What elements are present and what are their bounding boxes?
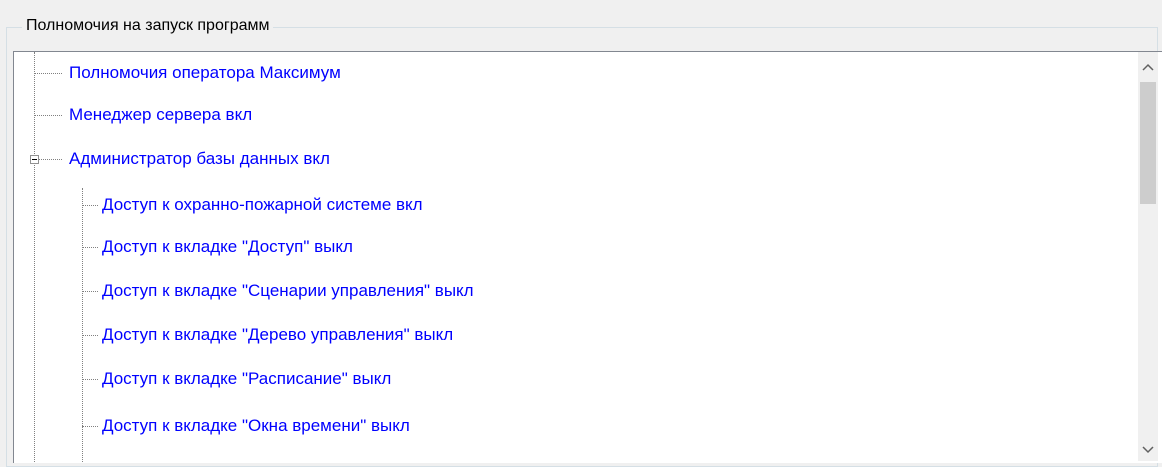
scroll-up-button[interactable] bbox=[1138, 54, 1158, 80]
tree-item-label: Полномочия оператора Максимум bbox=[69, 63, 341, 82]
tree-connector bbox=[82, 426, 98, 427]
tree-root-line bbox=[34, 52, 35, 463]
tree-connector bbox=[82, 291, 98, 292]
tree-item-label: Доступ к вкладке "Окна времени" выкл bbox=[102, 416, 410, 435]
tree-item-label: Доступ к вкладке "Дерево управления" вык… bbox=[102, 325, 454, 344]
tree-item-control-tree-tab[interactable]: Доступ к вкладке "Дерево управления" вык… bbox=[100, 315, 453, 355]
permissions-tree[interactable]: Полномочия оператора Максимум Менеджер с… bbox=[13, 51, 1162, 463]
tree-connector bbox=[82, 205, 98, 206]
tree-item-fire-security-access[interactable]: Доступ к охранно-пожарной системе вкл bbox=[100, 185, 423, 225]
tree-item-db-admin[interactable]: Администратор базы данных вкл bbox=[67, 139, 330, 179]
tree-item-label: Менеджер сервера вкл bbox=[69, 105, 253, 124]
tree-item-label: Доступ к вкладке "Расписание" выкл bbox=[102, 369, 392, 388]
vertical-scrollbar[interactable] bbox=[1138, 52, 1158, 461]
tree-connector bbox=[34, 73, 62, 74]
groupbox-title: Полномочия на запуск программ bbox=[22, 16, 274, 36]
collapse-icon[interactable] bbox=[30, 155, 39, 164]
tree-connector bbox=[82, 335, 98, 336]
tree-item-access-tab[interactable]: Доступ к вкладке "Доступ" выкл bbox=[100, 227, 353, 267]
tree-item-label: Администратор базы данных вкл bbox=[69, 149, 330, 168]
tree-connector bbox=[82, 247, 98, 248]
scroll-thumb[interactable] bbox=[1140, 82, 1156, 204]
tree-item-server-manager[interactable]: Менеджер сервера вкл bbox=[67, 95, 252, 135]
scroll-down-button[interactable] bbox=[1138, 437, 1158, 463]
chevron-up-icon bbox=[1142, 59, 1154, 74]
tree-item-time-windows-tab[interactable]: Доступ к вкладке "Окна времени" выкл bbox=[100, 406, 410, 446]
tree-item-schedule-tab[interactable]: Доступ к вкладке "Расписание" выкл bbox=[100, 359, 391, 399]
chevron-down-icon bbox=[1142, 442, 1154, 457]
tree-item-label: Доступ к вкладке "Сценарии управления" в… bbox=[102, 281, 474, 300]
tree-connector bbox=[82, 379, 98, 380]
tree-connector bbox=[34, 115, 62, 116]
tree-item-label: Доступ к охранно-пожарной системе вкл bbox=[102, 195, 423, 214]
tree-item-label: Доступ к вкладке "Доступ" выкл bbox=[102, 237, 353, 256]
tree-item-scenarios-tab[interactable]: Доступ к вкладке "Сценарии управления" в… bbox=[100, 271, 474, 311]
tree-child-line bbox=[82, 188, 83, 463]
tree-item-operator-permissions[interactable]: Полномочия оператора Максимум bbox=[67, 53, 341, 93]
